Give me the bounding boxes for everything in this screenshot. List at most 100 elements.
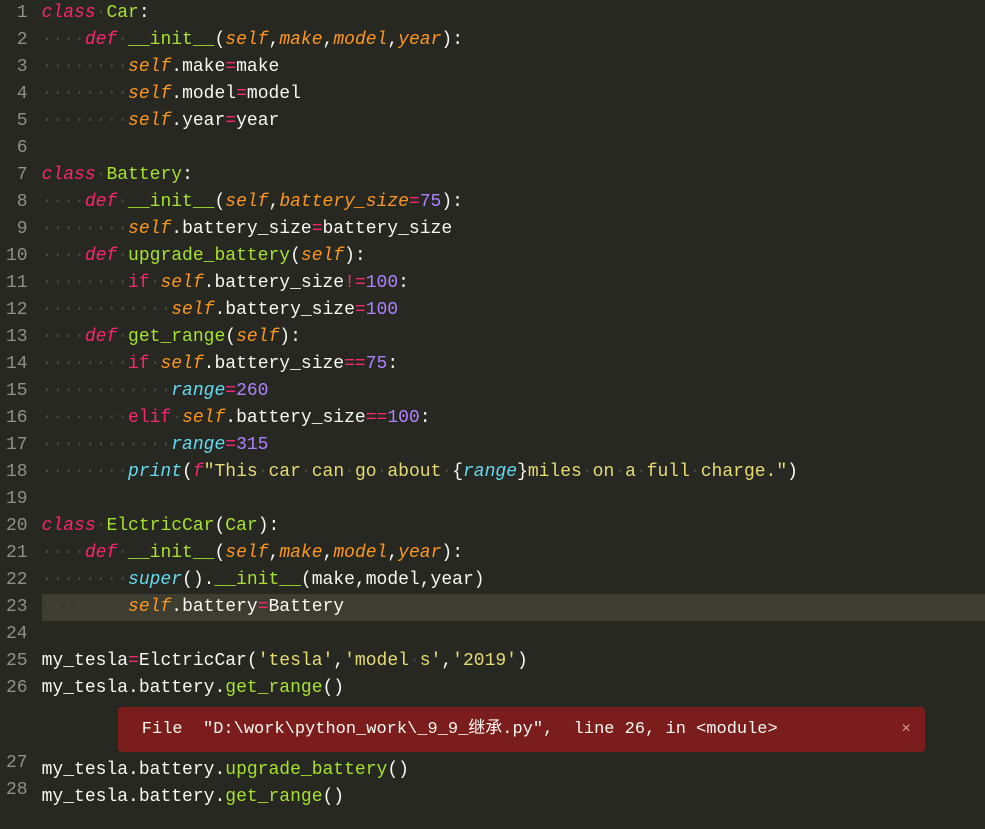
token-op: =: [355, 300, 366, 320]
code-line[interactable]: my_tesla.battery.get_range(): [42, 784, 985, 811]
code-line[interactable]: ············range=260: [42, 378, 985, 405]
code-line[interactable]: [42, 621, 985, 648]
token-self: self: [160, 273, 203, 293]
token-punct: (: [214, 516, 225, 536]
token-plain: battery: [139, 760, 215, 780]
token-punct: .: [225, 408, 236, 428]
code-line[interactable]: class·Battery:: [42, 162, 985, 189]
code-line[interactable]: class·Car:: [42, 0, 985, 27]
token-punct: (): [323, 787, 345, 807]
token-fn: get_range: [225, 678, 322, 698]
token-param: make: [279, 30, 322, 50]
code-line[interactable]: ········print(f"This·car·can·go·about·{r…: [42, 459, 985, 486]
token-str: car: [269, 462, 301, 482]
close-icon[interactable]: ×: [881, 716, 911, 743]
line-number: 6: [6, 135, 28, 162]
token-self: self: [128, 57, 171, 77]
token-punct: :: [398, 273, 409, 293]
code-line[interactable]: ····def·get_range(self):: [42, 324, 985, 351]
token-kw: def: [85, 543, 117, 563]
token-punct: .: [171, 57, 182, 77]
code-area[interactable]: class·Car:····def·__init__(self,make,mod…: [38, 0, 985, 811]
token-ws: ········: [42, 111, 128, 131]
token-self: self: [160, 354, 203, 374]
code-line[interactable]: ····def·__init__(self,make,model,year):: [42, 540, 985, 567]
token-str: s': [420, 651, 442, 671]
code-line[interactable]: ····def·upgrade_battery(self):: [42, 243, 985, 270]
token-kw: class: [42, 3, 96, 23]
token-fn: upgrade_battery: [128, 246, 290, 266]
code-line[interactable]: ····def·__init__(self,battery_size=75):: [42, 189, 985, 216]
token-punct: (: [301, 570, 312, 590]
code-line[interactable]: class·ElctricCar(Car):: [42, 513, 985, 540]
token-punct: .: [171, 597, 182, 617]
token-builtin: print: [128, 462, 182, 482]
token-str: full: [647, 462, 690, 482]
code-line[interactable]: ············range=315: [42, 432, 985, 459]
code-line[interactable]: ········elif·self.battery_size==100:: [42, 405, 985, 432]
token-fn: __init__: [128, 543, 214, 563]
token-punct: (): [387, 760, 409, 780]
token-self: self: [128, 111, 171, 131]
line-number: 21: [6, 540, 28, 567]
line-number: 10: [6, 243, 28, 270]
line-number: 26: [6, 675, 28, 702]
token-op: !=: [344, 273, 366, 293]
code-line[interactable]: ········if·self.battery_size==75:: [42, 351, 985, 378]
token-ws: ········: [42, 408, 128, 428]
code-line[interactable]: [42, 135, 985, 162]
token-ws: ········: [42, 57, 128, 77]
token-param: year: [398, 30, 441, 50]
token-plain: battery_size: [323, 219, 453, 239]
token-str: about: [387, 462, 441, 482]
token-punct: (: [247, 651, 258, 671]
token-punct: (: [214, 192, 225, 212]
token-punct: ): [517, 651, 528, 671]
token-str: can: [312, 462, 344, 482]
code-line[interactable]: my_tesla.battery.upgrade_battery(): [42, 757, 985, 784]
token-self: self: [128, 597, 171, 617]
code-line[interactable]: ············self.battery_size=100: [42, 297, 985, 324]
token-punct: ):: [441, 30, 463, 50]
code-line[interactable]: ········self.year=year: [42, 108, 985, 135]
token-punct: .: [214, 678, 225, 698]
token-punct: .: [171, 84, 182, 104]
line-number: 1: [6, 0, 28, 27]
code-line[interactable]: ········self.make=make: [42, 54, 985, 81]
token-ws: ·: [96, 516, 107, 536]
token-fn: get_range: [225, 787, 322, 807]
code-line[interactable]: my_tesla=ElctricCar('tesla','model·s','2…: [42, 648, 985, 675]
code-editor[interactable]: 1234567891011121314151617181920212223242…: [0, 0, 985, 811]
token-str: '2019': [452, 651, 517, 671]
token-fstr: f: [193, 462, 204, 482]
token-curly: }: [517, 462, 528, 482]
code-line[interactable]: ····def·__init__(self,make,model,year):: [42, 27, 985, 54]
code-line[interactable]: my_tesla.battery.get_range(): [42, 675, 985, 702]
token-ws: ····: [42, 327, 85, 347]
code-line[interactable]: [42, 486, 985, 513]
token-self: self: [171, 300, 214, 320]
code-line[interactable]: ········if·self.battery_size!=100:: [42, 270, 985, 297]
token-punct: .: [128, 760, 139, 780]
token-param: year: [398, 543, 441, 563]
token-str: on: [593, 462, 615, 482]
code-line[interactable]: ········self.battery_size=battery_size: [42, 216, 985, 243]
line-number: 22: [6, 567, 28, 594]
token-plain: battery_size: [182, 219, 312, 239]
line-number: 12: [6, 297, 28, 324]
code-line[interactable]: ········super().__init__(make,model,year…: [42, 567, 985, 594]
token-plain: ElctricCar: [139, 651, 247, 671]
code-line[interactable]: ········self.model=model: [42, 81, 985, 108]
token-plain: make: [236, 57, 279, 77]
token-op: =: [236, 84, 247, 104]
token-punct: .: [128, 678, 139, 698]
token-param: self: [236, 327, 279, 347]
token-punct: .: [214, 300, 225, 320]
line-number: 16: [6, 405, 28, 432]
token-ws: ·: [690, 462, 701, 482]
token-punct: ,: [355, 570, 366, 590]
token-kw: class: [42, 516, 96, 536]
token-self: self: [182, 408, 225, 428]
code-line[interactable]: ········self.battery=Battery: [42, 594, 985, 621]
token-punct: :: [139, 3, 150, 23]
